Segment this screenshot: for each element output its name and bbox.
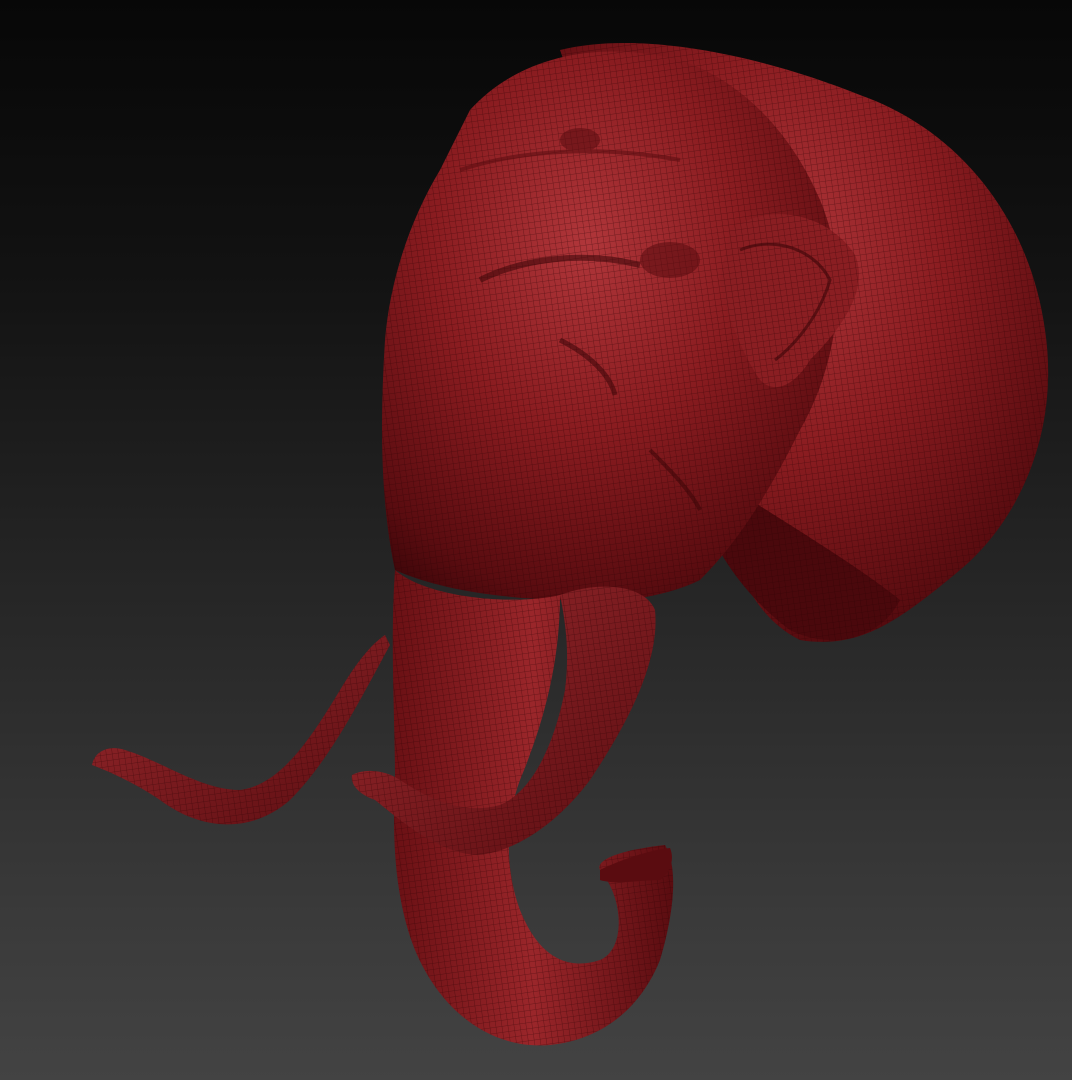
sculpt-viewport[interactable] (0, 0, 1072, 1080)
left-tusk (92, 635, 390, 825)
elephant-head-model[interactable] (0, 0, 1072, 1080)
